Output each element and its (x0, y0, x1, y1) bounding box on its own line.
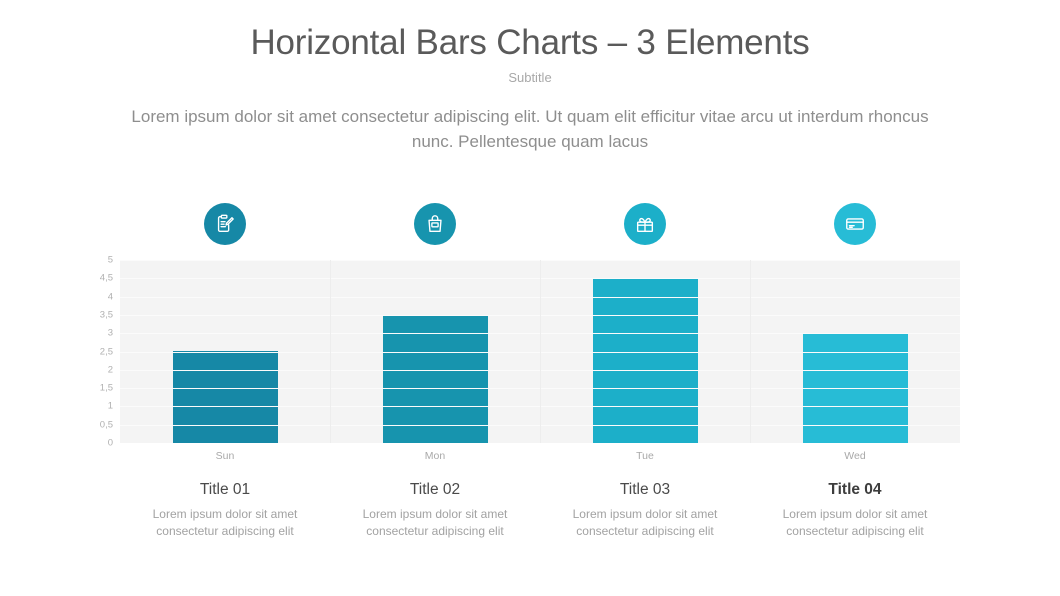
y-axis-tick: 0 (107, 437, 113, 449)
y-axis-tick: 2 (107, 364, 113, 376)
category-divider (750, 260, 751, 443)
caption-desc-2: Lorem ipsum dolor sit amet consectetur a… (362, 507, 508, 539)
caption-cell-2: Title 02 Lorem ipsum dolor sit amet conse… (330, 481, 540, 541)
icon-cell-3 (540, 202, 750, 246)
y-axis-tick: 1 (107, 400, 113, 412)
icon-cell-1 (120, 202, 330, 246)
y-axis-tick: 4,5 (99, 272, 113, 284)
x-axis-label-tue: Tue (636, 450, 654, 462)
y-axis-tick: 4 (107, 290, 113, 302)
caption-title-2: Title 02 (409, 481, 461, 498)
credit-card-icon[interactable] (834, 203, 876, 245)
category-divider (540, 260, 541, 443)
bar-tue[interactable] (592, 278, 698, 443)
y-axis-tick: 0,5 (99, 418, 113, 430)
slide-title: Horizontal Bars Charts – 3 Elements (250, 23, 810, 62)
caption-desc-1: Lorem ipsum dolor sit amet consectetur a… (152, 507, 298, 539)
y-axis-tick: 3,5 (99, 309, 113, 321)
caption-title-4: Title 04 (828, 481, 882, 498)
x-axis-label-mon: Mon (424, 450, 446, 462)
clipboard-pencil-icon[interactable] (204, 203, 246, 245)
y-axis: 5 4,5 4 3,5 3 2,5 2 1,5 1 0,5 0 (60, 254, 118, 447)
icon-row (120, 202, 960, 246)
caption-cell-4: Title 04 Lorem ipsum dolor sit amet conse… (750, 481, 960, 541)
icon-cell-2 (330, 202, 540, 246)
caption-desc-3: Lorem ipsum dolor sit amet consectetur a… (572, 507, 718, 539)
x-axis-label-sun: Sun (215, 450, 235, 462)
y-axis-tick: 3 (107, 327, 113, 339)
bar-sun[interactable] (172, 351, 278, 443)
slide-body-text: Lorem ipsum dolor sit amet consectetur a… (131, 107, 929, 151)
y-axis-tick: 1,5 (99, 382, 113, 394)
captions-row: Title 01 Lorem ipsum dolor sit amet conse… (120, 481, 960, 541)
icon-cell-4 (750, 202, 960, 246)
plot-area (120, 260, 960, 443)
caption-desc-4: Lorem ipsum dolor sit amet consectetur a… (782, 507, 928, 539)
y-axis-tick: 2,5 (99, 345, 113, 357)
x-axis: Sun Mon Tue Wed (120, 450, 960, 462)
caption-cell-1: Title 01 Lorem ipsum dolor sit amet conse… (120, 481, 330, 541)
y-axis-tick: 5 (107, 254, 113, 266)
shopping-bag-icon[interactable] (414, 203, 456, 245)
caption-cell-3: Title 03 Lorem ipsum dolor sit amet conse… (540, 481, 750, 541)
gift-box-icon[interactable] (624, 203, 666, 245)
caption-title-3: Title 03 (619, 481, 671, 498)
category-divider (330, 260, 331, 443)
x-axis-label-wed: Wed (844, 450, 866, 462)
slide-subtitle: Subtitle (508, 70, 552, 85)
bar-mon[interactable] (382, 315, 488, 443)
caption-title-1: Title 01 (199, 481, 251, 498)
bar-chart: 5 4,5 4 3,5 3 2,5 2 1,5 1 0,5 0 (60, 254, 960, 447)
